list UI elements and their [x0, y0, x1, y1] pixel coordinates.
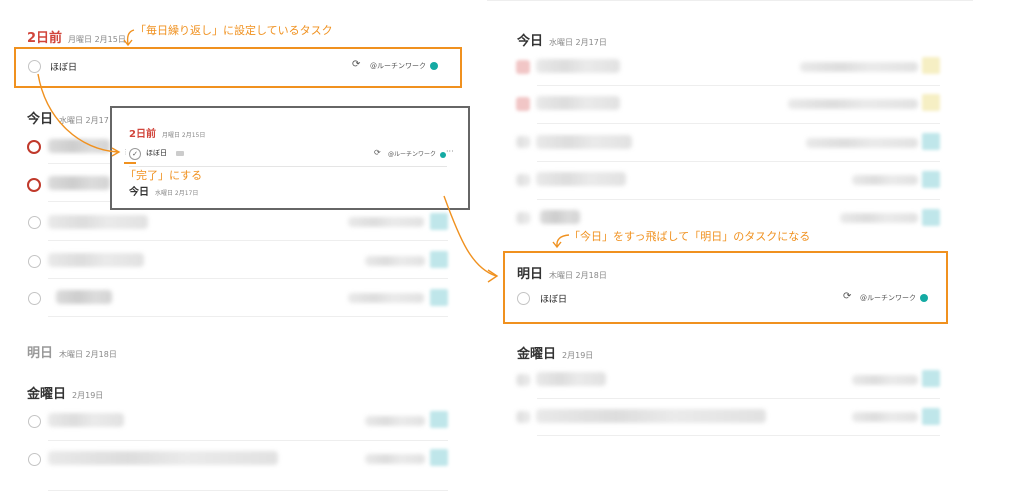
- arrow-to-popup: [37, 73, 119, 153]
- arrow-to-right: [443, 195, 497, 277]
- annotation-arrows: [37, 29, 570, 283]
